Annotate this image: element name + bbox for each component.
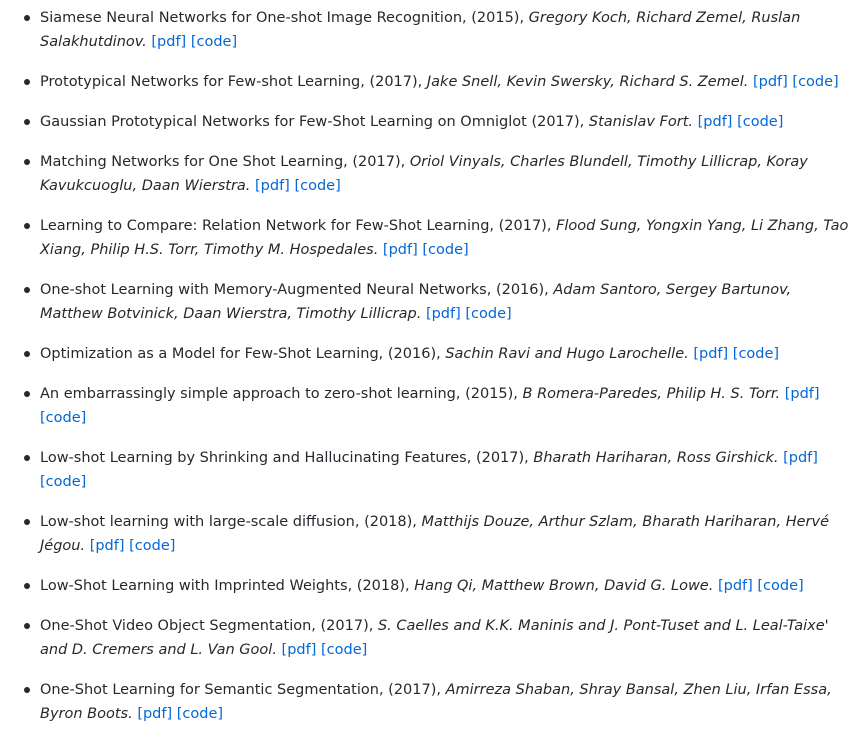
pdf-link[interactable]: [pdf]: [137, 706, 172, 722]
code-link[interactable]: [code]: [40, 474, 86, 490]
paper-year: (2017),: [369, 74, 427, 90]
paper-title: One-Shot Video Object Segmentation: [40, 618, 312, 634]
paper-title: Gaussian Prototypical Networks for Few-S…: [40, 114, 527, 130]
pdf-link[interactable]: [pdf]: [255, 178, 290, 194]
paper-title: Low-Shot Learning with Imprinted Weights: [40, 578, 348, 594]
paper-year: (2017),: [388, 682, 446, 698]
paper-title: Low-shot learning with large-scale diffu…: [40, 514, 355, 530]
paper-authors: B Romera-Paredes, Philip H. S. Torr.: [522, 386, 781, 402]
list-item: Siamese Neural Networks for One-shot Ima…: [24, 6, 851, 54]
pdf-link[interactable]: [pdf]: [151, 34, 186, 50]
pdf-link[interactable]: [pdf]: [383, 242, 418, 258]
code-link[interactable]: [code]: [177, 706, 223, 722]
paper-title: Learning to Compare: Relation Network fo…: [40, 218, 490, 234]
pdf-link[interactable]: [pdf]: [693, 346, 728, 362]
paper-year: (2017),: [352, 154, 410, 170]
separator: ,: [378, 346, 388, 362]
paper-authors: Sachin Ravi and Hugo Larochelle.: [445, 346, 689, 362]
separator: ,: [455, 386, 466, 402]
paper-title: Siamese Neural Networks for One-shot Ima…: [40, 10, 463, 26]
pdf-link[interactable]: [pdf]: [698, 114, 733, 130]
paper-year: (2017),: [498, 218, 557, 234]
bullet-icon: [24, 223, 30, 229]
list-item: Optimization as a Model for Few-Shot Lea…: [24, 342, 851, 366]
pdf-link[interactable]: [pdf]: [718, 578, 753, 594]
paper-year: (2015),: [471, 10, 529, 26]
paper-year: (2017),: [475, 450, 534, 466]
paper-title: An embarrassingly simple approach to zer…: [40, 386, 456, 402]
paper-title: Prototypical Networks for Few-shot Learn…: [40, 74, 361, 90]
list-item: Gaussian Prototypical Networks for Few-S…: [24, 110, 851, 134]
pdf-link[interactable]: [pdf]: [90, 538, 125, 554]
paper-title: One-Shot Learning for Semantic Segmentat…: [40, 682, 379, 698]
paper-year: (2015),: [465, 386, 523, 402]
separator: ,: [489, 218, 499, 234]
separator: ,: [347, 578, 357, 594]
bullet-icon: [24, 583, 30, 589]
paper-authors: Stanislav Fort.: [588, 114, 694, 130]
list-item: One-shot Learning with Memory-Augmented …: [24, 278, 851, 326]
paper-title: Matching Networks for One Shot Learning: [40, 154, 344, 170]
paper-year: (2016),: [495, 282, 554, 298]
separator: ,: [354, 514, 365, 530]
paper-authors: Hang Qi, Matthew Brown, David G. Lowe.: [414, 578, 714, 594]
paper-year: (2018),: [364, 514, 422, 530]
pdf-link[interactable]: [pdf]: [282, 642, 317, 658]
bullet-icon: [24, 287, 30, 293]
paper-year: (2018),: [356, 578, 415, 594]
bullet-icon: [24, 79, 30, 85]
list-item: Low-shot Learning by Shrinking and Hallu…: [24, 446, 851, 494]
list-item: Prototypical Networks for Few-shot Learn…: [24, 70, 851, 94]
bullet-icon: [24, 455, 30, 461]
list-item: One-Shot Learning for Semantic Segmentat…: [24, 678, 851, 726]
bullet-icon: [24, 623, 30, 629]
code-link[interactable]: [code]: [40, 410, 86, 426]
paper-title: Optimization as a Model for Few-Shot Lea…: [40, 346, 379, 362]
paper-year: (2017),: [320, 618, 378, 634]
paper-title: One-shot Learning with Memory-Augmented …: [40, 282, 487, 298]
bullet-icon: [24, 687, 30, 693]
code-link[interactable]: [code]: [321, 642, 367, 658]
separator: ,: [486, 282, 496, 298]
paper-authors: Jake Snell, Kevin Swersky, Richard S. Ze…: [426, 74, 749, 90]
separator: ,: [311, 618, 321, 634]
bullet-icon: [24, 519, 30, 525]
paper-year: (2016),: [387, 346, 446, 362]
code-link[interactable]: [code]: [191, 34, 237, 50]
pdf-link[interactable]: [pdf]: [753, 74, 788, 90]
code-link[interactable]: [code]: [294, 178, 340, 194]
bullet-icon: [24, 351, 30, 357]
pdf-link[interactable]: [pdf]: [785, 386, 820, 402]
pdf-link[interactable]: [pdf]: [783, 450, 818, 466]
list-item: Low-Shot Learning with Imprinted Weights…: [24, 574, 851, 598]
code-link[interactable]: [code]: [422, 242, 468, 258]
list-item: Matching Networks for One Shot Learning,…: [24, 150, 851, 198]
separator: ,: [462, 10, 472, 26]
code-link[interactable]: [code]: [129, 538, 175, 554]
pdf-link[interactable]: [pdf]: [426, 306, 461, 322]
list-item: Learning to Compare: Relation Network fo…: [24, 214, 851, 262]
separator: ,: [378, 682, 389, 698]
list-item: Low-shot learning with large-scale diffu…: [24, 510, 851, 558]
bullet-icon: [24, 159, 30, 165]
separator: ,: [466, 450, 476, 466]
paper-list: Siamese Neural Networks for One-shot Ima…: [0, 0, 851, 726]
code-link[interactable]: [code]: [465, 306, 511, 322]
code-link[interactable]: [code]: [792, 74, 838, 90]
paper-year: (2017),: [531, 114, 589, 130]
code-link[interactable]: [code]: [733, 346, 779, 362]
list-item: One-Shot Video Object Segmentation, (201…: [24, 614, 851, 662]
list-item: An embarrassingly simple approach to zer…: [24, 382, 851, 430]
separator: ,: [343, 154, 353, 170]
bullet-icon: [24, 119, 30, 125]
bullet-icon: [24, 391, 30, 397]
code-link[interactable]: [code]: [757, 578, 803, 594]
paper-authors: Bharath Hariharan, Ross Girshick.: [533, 450, 779, 466]
bullet-icon: [24, 15, 30, 21]
paper-title: Low-shot Learning by Shrinking and Hallu…: [40, 450, 467, 466]
code-link[interactable]: [code]: [737, 114, 783, 130]
